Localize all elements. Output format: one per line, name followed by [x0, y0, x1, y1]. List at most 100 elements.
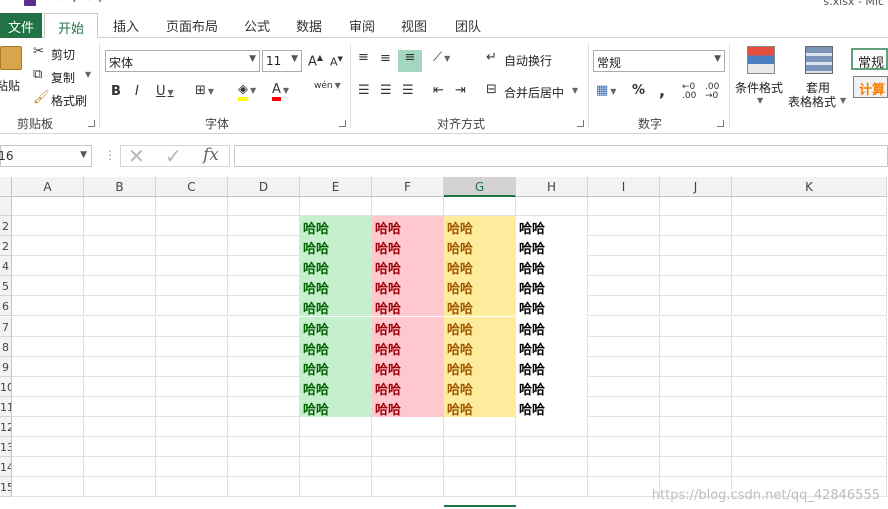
cell-b[interactable] — [84, 236, 156, 257]
clipboard-launcher-icon[interactable] — [88, 120, 95, 127]
cell-i[interactable] — [588, 316, 660, 337]
cell-b[interactable] — [84, 477, 156, 498]
cell-f[interactable]: 哈哈 — [372, 396, 444, 417]
cell-a[interactable] — [12, 276, 84, 297]
italic-button[interactable]: I — [135, 84, 139, 99]
cell-j[interactable] — [660, 336, 732, 357]
cell-f[interactable]: 哈哈 — [372, 276, 444, 297]
column-header-a[interactable]: A — [12, 177, 84, 197]
tab-insert[interactable]: 插入 — [113, 16, 139, 35]
save-icon[interactable] — [24, 0, 36, 6]
cell-k[interactable] — [732, 316, 887, 337]
cell-g[interactable]: 哈哈 — [444, 356, 516, 377]
cell-h[interactable] — [516, 457, 588, 478]
cell-j[interactable] — [660, 356, 732, 377]
cell-j[interactable] — [660, 236, 732, 257]
cell-e[interactable] — [300, 417, 372, 437]
merge-center-button[interactable]: ⊟ 合并后居中 ▼ — [486, 82, 582, 101]
cell-k[interactable] — [732, 216, 887, 236]
font-name-select[interactable]: 宋体 ▼ — [105, 50, 260, 72]
column-header-b[interactable]: B — [84, 177, 156, 197]
cell-h[interactable] — [516, 437, 588, 458]
column-header-f[interactable]: F — [372, 177, 444, 197]
cell-i[interactable] — [588, 396, 660, 417]
cell-h[interactable]: 哈哈 — [516, 316, 588, 337]
format-as-table-button[interactable]: 套用 表格格式 ▼ — [788, 44, 848, 109]
cell-j[interactable] — [660, 296, 732, 317]
cell-c[interactable] — [156, 216, 228, 236]
cell-d[interactable] — [228, 256, 300, 277]
cell-f[interactable] — [372, 437, 444, 458]
cell-d[interactable] — [228, 457, 300, 478]
comma-button[interactable]: , — [659, 81, 665, 100]
conditional-format-button[interactable]: 条件格式 ▼ — [735, 44, 787, 108]
cell-e[interactable]: 哈哈 — [300, 336, 372, 357]
increase-decimal-button[interactable]: ←0.00 — [682, 83, 696, 101]
cell-c[interactable] — [156, 276, 228, 297]
cell-g[interactable]: 哈哈 — [444, 276, 516, 297]
grow-font-button[interactable]: A▲ — [308, 53, 323, 69]
cell-c[interactable] — [156, 236, 228, 257]
cell-c[interactable] — [156, 477, 228, 498]
increase-indent-icon[interactable]: ⇥ — [455, 83, 466, 98]
cell-f[interactable] — [372, 477, 444, 498]
cell-e[interactable]: 哈哈 — [300, 376, 372, 397]
cell-g[interactable] — [444, 457, 516, 478]
alignment-launcher-icon[interactable] — [577, 120, 584, 127]
column-header-k[interactable]: K — [732, 177, 887, 197]
cell-d[interactable] — [228, 336, 300, 357]
cell-c[interactable] — [156, 376, 228, 397]
cell-d[interactable] — [228, 356, 300, 377]
cell-g[interactable]: 哈哈 — [444, 316, 516, 337]
cell-j[interactable] — [660, 316, 732, 337]
cell-b[interactable] — [84, 457, 156, 478]
row-header[interactable]: 2 — [0, 216, 12, 236]
row-header[interactable]: 14 — [0, 457, 12, 478]
cell-f[interactable]: 哈哈 — [372, 376, 444, 397]
cell-f[interactable] — [372, 417, 444, 437]
cell-k[interactable] — [732, 276, 887, 297]
wrap-text-button[interactable]: ↵ 自动换行 — [486, 50, 566, 69]
cell-d[interactable] — [228, 276, 300, 297]
cell-f[interactable] — [372, 457, 444, 478]
row-header[interactable]: 15 — [0, 477, 12, 498]
cell-e[interactable]: 哈哈 — [300, 276, 372, 297]
cut-button[interactable]: ✂ 剪切 — [33, 44, 93, 63]
cell-a[interactable] — [12, 417, 84, 437]
column-header-j[interactable]: J — [660, 177, 732, 197]
cell-i[interactable] — [588, 236, 660, 257]
column-header-c[interactable]: C — [156, 177, 228, 197]
cell-f[interactable]: 哈哈 — [372, 336, 444, 357]
cell-c[interactable] — [156, 256, 228, 277]
cell-b[interactable] — [84, 437, 156, 458]
cell-f[interactable]: 哈哈 — [372, 216, 444, 236]
cell-i[interactable] — [588, 417, 660, 437]
cell-d[interactable] — [228, 197, 300, 216]
paste-button[interactable]: 粘贴 — [0, 44, 26, 100]
cell-k[interactable] — [732, 236, 887, 257]
cell-a[interactable] — [12, 457, 84, 478]
shrink-font-button[interactable]: A▼ — [330, 55, 343, 69]
cell-h[interactable]: 哈哈 — [516, 396, 588, 417]
row-header[interactable]: 4 — [0, 256, 12, 277]
align-left-icon[interactable]: ☰ — [358, 83, 370, 98]
cell-f[interactable]: 哈哈 — [372, 236, 444, 257]
column-header-i[interactable]: I — [588, 177, 660, 197]
tab-team[interactable]: 团队 — [455, 16, 481, 35]
cell-e[interactable] — [300, 437, 372, 458]
cell-i[interactable] — [588, 256, 660, 277]
tab-data[interactable]: 数据 — [296, 16, 322, 35]
cell-b[interactable] — [84, 256, 156, 277]
cell-a[interactable] — [12, 376, 84, 397]
cell-i[interactable] — [588, 336, 660, 357]
row-header[interactable]: 12 — [0, 417, 12, 437]
cell-d[interactable] — [228, 316, 300, 337]
cell-a[interactable] — [12, 316, 84, 337]
row-header[interactable]: 11 — [0, 396, 12, 417]
cell-d[interactable] — [228, 396, 300, 417]
formula-input[interactable] — [234, 145, 888, 167]
font-launcher-icon[interactable] — [339, 120, 346, 127]
cell-b[interactable] — [84, 417, 156, 437]
decrease-indent-icon[interactable]: ⇤ — [433, 83, 444, 98]
cell-i[interactable] — [588, 477, 660, 498]
